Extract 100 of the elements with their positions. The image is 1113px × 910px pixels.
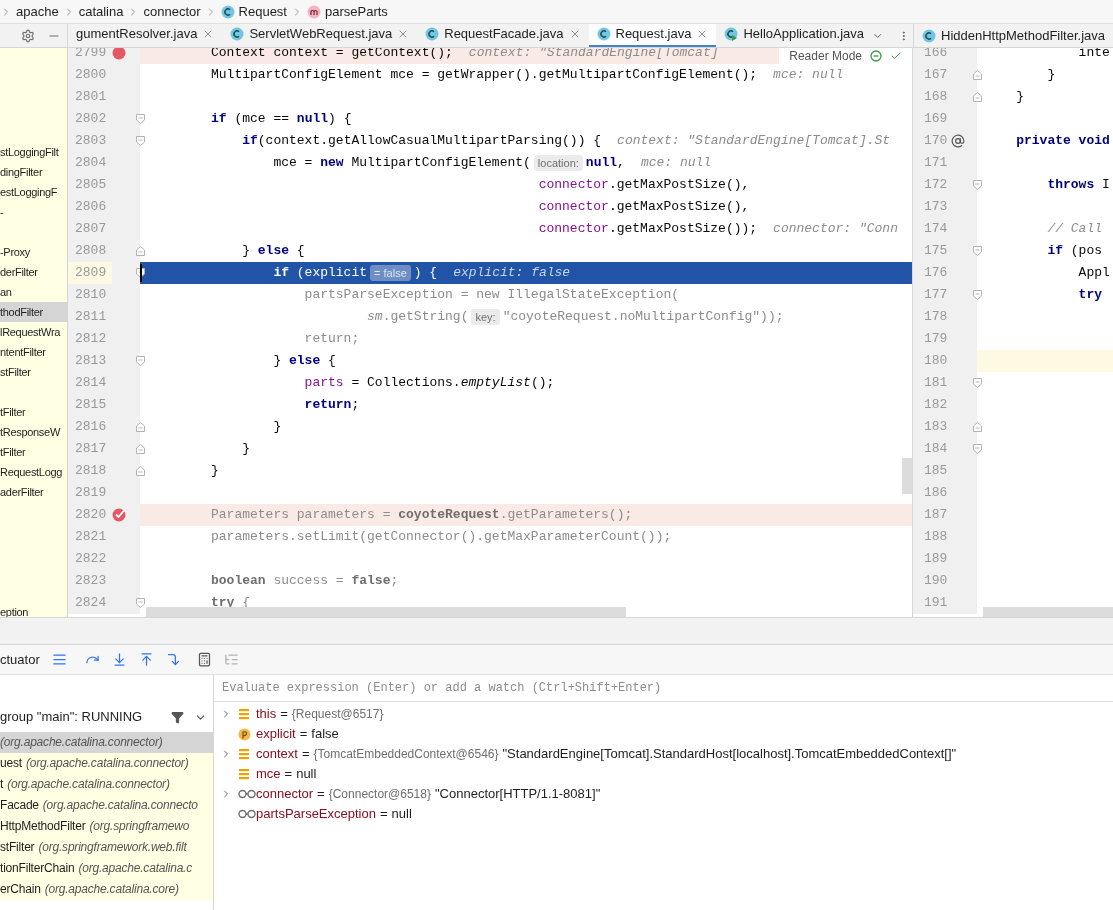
fold-marker-icon[interactable] xyxy=(136,466,145,476)
code-text: private void xyxy=(1015,132,1110,151)
tree-item[interactable]: lRequestWra xyxy=(0,322,67,342)
editor-tab[interactable]: HelloApplication.java xyxy=(716,24,873,47)
scrollbar-thumb[interactable] xyxy=(983,607,1113,617)
scrollbar-thumb[interactable] xyxy=(146,607,626,617)
reader-mode-button[interactable]: Reader Mode xyxy=(779,48,912,64)
tree-item[interactable]: tResponseW xyxy=(0,422,67,442)
editor-tab[interactable]: HiddenHttpMethodFilter.java xyxy=(913,24,1113,47)
stack-frame[interactable]: t (org.apache.catalina.connector) xyxy=(0,774,213,795)
text-cursor xyxy=(140,264,142,282)
settings-icon[interactable] xyxy=(21,28,35,43)
editor-tab[interactable]: gumentResolver.java xyxy=(68,24,223,47)
tree-item[interactable]: tFilter xyxy=(0,402,67,422)
tree-item[interactable]: RequestLogg xyxy=(0,462,67,482)
line-number: 180 xyxy=(923,352,949,370)
filter-icon[interactable] xyxy=(171,710,184,724)
breadcrumb-item[interactable]: Request xyxy=(220,1,287,22)
fold-marker-icon[interactable] xyxy=(973,378,982,388)
tree-item[interactable]: derFilter xyxy=(0,262,67,282)
debug-tab-label[interactable]: ctuator xyxy=(0,649,40,670)
line-number: 189 xyxy=(923,550,949,568)
breadcrumb-item[interactable]: connector xyxy=(143,1,201,22)
stack-frame[interactable]: tionFilterChain (org.apache.catalina.c xyxy=(0,858,213,879)
line-number: 2803 xyxy=(74,132,108,150)
variable-entry[interactable]: context = {TomcatEmbeddedContext@6546} "StandardEngine[Tomcat].StandardHost[localhost].TomcatEmbeddedContext[]" xyxy=(256,744,957,764)
editor-tab[interactable]: RequestFacade.java xyxy=(417,24,589,47)
line-number: 191 xyxy=(923,594,949,612)
trace-icon[interactable] xyxy=(223,652,239,667)
fold-marker-icon[interactable] xyxy=(973,180,982,190)
stack-frame[interactable]: erChain (org.apache.catalina.core) xyxy=(0,879,213,900)
fold-marker-icon[interactable] xyxy=(136,444,145,454)
fold-marker-icon[interactable] xyxy=(973,290,982,300)
breakpoint-icon[interactable] xyxy=(112,48,126,60)
stack-frame[interactable]: uest (org.apache.catalina.connector) xyxy=(0,753,213,774)
code-text: boolean success = false; xyxy=(211,572,399,591)
code-text: if (pos xyxy=(1046,242,1103,261)
evaluate-field[interactable]: Evaluate expression (Enter) or add a watch (Ctrl+Shift+Enter) xyxy=(214,675,1113,702)
tree-item[interactable]: - xyxy=(0,202,67,222)
fold-marker-icon[interactable] xyxy=(973,422,982,432)
tree-item[interactable]: ntentFilter xyxy=(0,342,67,362)
line-number: 187 xyxy=(923,506,949,524)
tree-item[interactable]: -Proxy xyxy=(0,242,67,262)
variable-entry[interactable]: connector = {Connector@6518} "Connector[HTTP/1.1-8081]" xyxy=(256,784,601,804)
line-number: 2823 xyxy=(74,572,108,590)
line-number: 2821 xyxy=(74,528,108,546)
code-text: mce = new MultipartConfigElement( xyxy=(272,154,531,173)
fold-marker-icon[interactable] xyxy=(136,422,145,432)
line-number: 185 xyxy=(923,462,949,480)
line-number: 184 xyxy=(923,440,949,458)
code-text: parts = Collections.emptyList(); xyxy=(303,374,555,393)
line-number: 168 xyxy=(923,88,949,106)
tree-item[interactable]: aderFilter xyxy=(0,482,67,502)
editor-tab[interactable]: Request.java xyxy=(588,24,717,47)
breadcrumb-item[interactable]: apache xyxy=(16,1,59,22)
inline-value: explicit: false xyxy=(453,264,571,283)
tree-item[interactable]: thodFilter xyxy=(0,302,67,322)
annotation-icon[interactable] xyxy=(951,134,965,148)
variable-entry[interactable]: partsParseException = null xyxy=(256,804,412,824)
tree-item[interactable]: stFilter xyxy=(0,362,67,382)
tree-item[interactable]: estLoggingF xyxy=(0,182,67,202)
code-text: } xyxy=(1046,66,1056,85)
tree-item[interactable]: an xyxy=(0,282,67,302)
fold-marker-icon[interactable] xyxy=(973,92,982,102)
line-number: 2819 xyxy=(74,484,108,502)
menu-icon[interactable] xyxy=(51,652,67,667)
fold-marker-icon[interactable] xyxy=(136,356,145,366)
fold-marker-icon[interactable] xyxy=(973,444,982,454)
tree-item[interactable]: stLoggingFilt xyxy=(0,142,67,162)
line-number: 172 xyxy=(923,176,949,194)
thread-selector[interactable]: group "main": RUNNING xyxy=(0,707,171,727)
line-number: 2822 xyxy=(74,550,108,568)
breakpoint-check-icon[interactable] xyxy=(112,508,126,522)
line-number: 2810 xyxy=(74,286,108,304)
breadcrumb-item[interactable]: catalina xyxy=(78,1,124,22)
stack-frame[interactable]: stFilter (org.springframework.web.filt xyxy=(0,837,213,858)
variable-entry[interactable]: this = {Request@6517} xyxy=(256,704,384,724)
fold-marker-icon[interactable] xyxy=(973,246,982,256)
code-text: "coyoteRequest.noMultipartConfig")); xyxy=(502,308,784,327)
line-number: 2809 xyxy=(68,262,112,284)
calculator-icon[interactable] xyxy=(196,652,212,667)
scrollbar-thumb[interactable] xyxy=(902,458,912,494)
stack-frame[interactable]: Facade (org.apache.catalina.connecto xyxy=(0,795,213,816)
tree-item[interactable]: dingFilter xyxy=(0,162,67,182)
stack-frame[interactable]: (org.apache.catalina.connector) xyxy=(0,732,213,753)
fold-marker-icon[interactable] xyxy=(136,114,145,124)
fold-marker-icon[interactable] xyxy=(136,598,145,608)
line-number: 169 xyxy=(923,110,949,128)
tree-item[interactable]: tFilter xyxy=(0,442,67,462)
fold-marker-icon[interactable] xyxy=(973,70,982,80)
fold-marker-icon[interactable] xyxy=(136,136,145,146)
variable-entry[interactable]: explicit = false xyxy=(256,724,339,744)
stack-frame[interactable]: HttpMethodFilter (org.springframewo xyxy=(0,816,213,837)
fold-marker-icon[interactable] xyxy=(136,246,145,256)
variable-entry[interactable]: mce = null xyxy=(256,764,317,784)
run-to-cursor-icon[interactable] xyxy=(165,652,181,667)
breadcrumb-item[interactable]: parseParts xyxy=(307,1,388,22)
field-icon xyxy=(238,768,250,780)
code-text: partsParseException = new IllegalStateException( xyxy=(303,286,680,305)
editor-tab[interactable]: ServletWebRequest.java xyxy=(222,24,418,47)
